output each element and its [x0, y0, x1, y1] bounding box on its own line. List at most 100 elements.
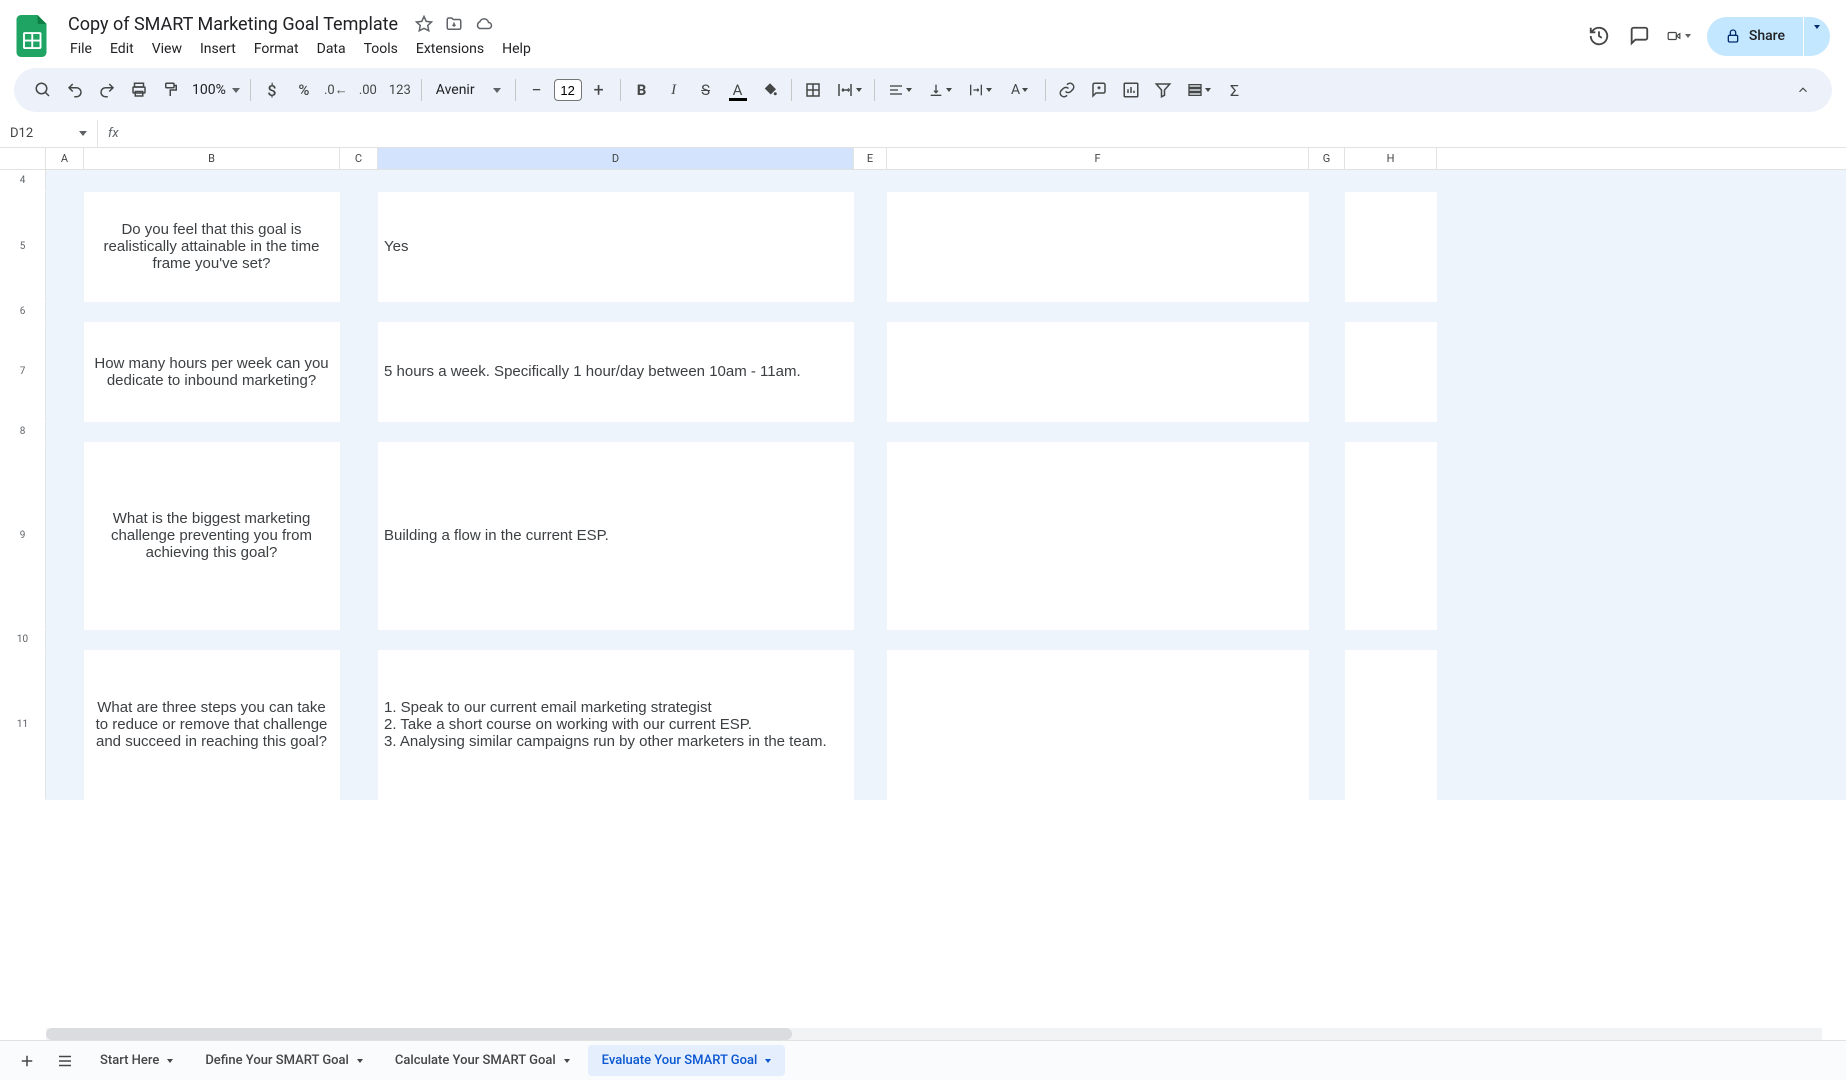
merge-cells-icon[interactable]: [830, 75, 868, 105]
cell[interactable]: [1345, 302, 1437, 322]
column-header-D[interactable]: D: [378, 148, 854, 169]
cell[interactable]: [1345, 650, 1437, 800]
cell[interactable]: [378, 170, 854, 192]
cell[interactable]: [854, 422, 887, 442]
row-header[interactable]: 7: [0, 322, 46, 422]
strikethrough-icon[interactable]: S: [691, 75, 721, 105]
cell[interactable]: [887, 630, 1309, 650]
sheet-tab[interactable]: Calculate Your SMART Goal: [381, 1045, 584, 1076]
sheet-tab[interactable]: Start Here: [86, 1045, 187, 1076]
cell[interactable]: [1309, 302, 1345, 322]
text-color-icon[interactable]: A: [723, 75, 753, 105]
print-icon[interactable]: [124, 75, 154, 105]
row-header[interactable]: 11: [0, 650, 46, 800]
cell[interactable]: [84, 302, 340, 322]
cell[interactable]: [887, 170, 1309, 192]
cell[interactable]: Yes: [378, 192, 854, 302]
percent-icon[interactable]: %: [289, 75, 319, 105]
cell[interactable]: [46, 192, 84, 302]
search-menus-icon[interactable]: [28, 75, 58, 105]
row-header[interactable]: 5: [0, 192, 46, 302]
redo-icon[interactable]: [92, 75, 122, 105]
vertical-align-icon[interactable]: [921, 75, 959, 105]
menu-file[interactable]: File: [62, 37, 100, 61]
cell[interactable]: [1309, 442, 1345, 630]
cell[interactable]: [1309, 630, 1345, 650]
cell[interactable]: [854, 630, 887, 650]
menu-edit[interactable]: Edit: [102, 37, 142, 61]
cell[interactable]: [340, 422, 378, 442]
cell[interactable]: [1345, 442, 1437, 630]
cell[interactable]: [854, 322, 887, 422]
cell[interactable]: [1309, 650, 1345, 800]
cell[interactable]: [378, 422, 854, 442]
cell[interactable]: [84, 170, 340, 192]
cell[interactable]: [46, 442, 84, 630]
insert-link-icon[interactable]: [1052, 75, 1082, 105]
cell[interactable]: How many hours per week can you dedicate…: [84, 322, 340, 422]
cell[interactable]: [378, 302, 854, 322]
cell[interactable]: [1345, 192, 1437, 302]
cell[interactable]: [1309, 170, 1345, 192]
row-header[interactable]: 10: [0, 630, 46, 650]
meet-icon[interactable]: [1667, 24, 1691, 48]
cell[interactable]: [340, 442, 378, 630]
column-header-F[interactable]: F: [887, 148, 1309, 169]
cell[interactable]: [1309, 192, 1345, 302]
cell[interactable]: [887, 650, 1309, 800]
horizontal-scrollbar[interactable]: [46, 1028, 1822, 1040]
cell[interactable]: What are three steps you can take to red…: [84, 650, 340, 800]
column-header-G[interactable]: G: [1309, 148, 1345, 169]
insert-chart-icon[interactable]: [1116, 75, 1146, 105]
cell[interactable]: [887, 302, 1309, 322]
cell[interactable]: [46, 630, 84, 650]
menu-format[interactable]: Format: [246, 37, 307, 61]
comments-icon[interactable]: [1627, 24, 1651, 48]
cell[interactable]: [378, 630, 854, 650]
filter-views-icon[interactable]: [1180, 75, 1218, 105]
cell[interactable]: What is the biggest marketing challenge …: [84, 442, 340, 630]
cell[interactable]: [854, 192, 887, 302]
bold-icon[interactable]: B: [627, 75, 657, 105]
column-header-C[interactable]: C: [340, 148, 378, 169]
horizontal-align-icon[interactable]: [881, 75, 919, 105]
document-title[interactable]: Copy of SMART Marketing Goal Template: [62, 12, 404, 37]
italic-icon[interactable]: I: [659, 75, 689, 105]
menu-view[interactable]: View: [144, 37, 190, 61]
cell[interactable]: [46, 650, 84, 800]
cell[interactable]: Building a flow in the current ESP.: [378, 442, 854, 630]
share-dropdown[interactable]: [1804, 17, 1830, 56]
sheet-tab[interactable]: Evaluate Your SMART Goal: [588, 1045, 786, 1076]
menu-help[interactable]: Help: [494, 37, 539, 61]
cell[interactable]: [46, 170, 84, 192]
cell[interactable]: [1345, 422, 1437, 442]
currency-icon[interactable]: $: [257, 75, 287, 105]
move-folder-icon[interactable]: [444, 14, 464, 34]
sheet-tab[interactable]: Define Your SMART Goal: [191, 1045, 377, 1076]
number-format-button[interactable]: 123: [385, 75, 415, 105]
cell[interactable]: [1309, 422, 1345, 442]
cell[interactable]: [46, 302, 84, 322]
fill-color-icon[interactable]: [755, 75, 785, 105]
increase-decimal-icon[interactable]: .00: [353, 75, 383, 105]
text-wrap-icon[interactable]: [961, 75, 999, 105]
functions-icon[interactable]: Σ: [1220, 75, 1250, 105]
select-all-corner[interactable]: [0, 148, 46, 169]
cell[interactable]: [854, 302, 887, 322]
cell[interactable]: [1345, 322, 1437, 422]
sheets-logo-icon[interactable]: [16, 15, 50, 57]
row-header[interactable]: 6: [0, 302, 46, 322]
row-header[interactable]: 8: [0, 422, 46, 442]
borders-icon[interactable]: [798, 75, 828, 105]
cell[interactable]: [340, 192, 378, 302]
font-size-input[interactable]: [554, 79, 582, 101]
column-header-E[interactable]: E: [854, 148, 887, 169]
menu-extensions[interactable]: Extensions: [408, 37, 492, 61]
cell[interactable]: Do you feel that this goal is realistica…: [84, 192, 340, 302]
zoom-selector[interactable]: 100%: [188, 82, 244, 98]
cell[interactable]: [854, 650, 887, 800]
star-icon[interactable]: [414, 14, 434, 34]
filter-icon[interactable]: [1148, 75, 1178, 105]
cell[interactable]: [340, 630, 378, 650]
cell[interactable]: [84, 422, 340, 442]
